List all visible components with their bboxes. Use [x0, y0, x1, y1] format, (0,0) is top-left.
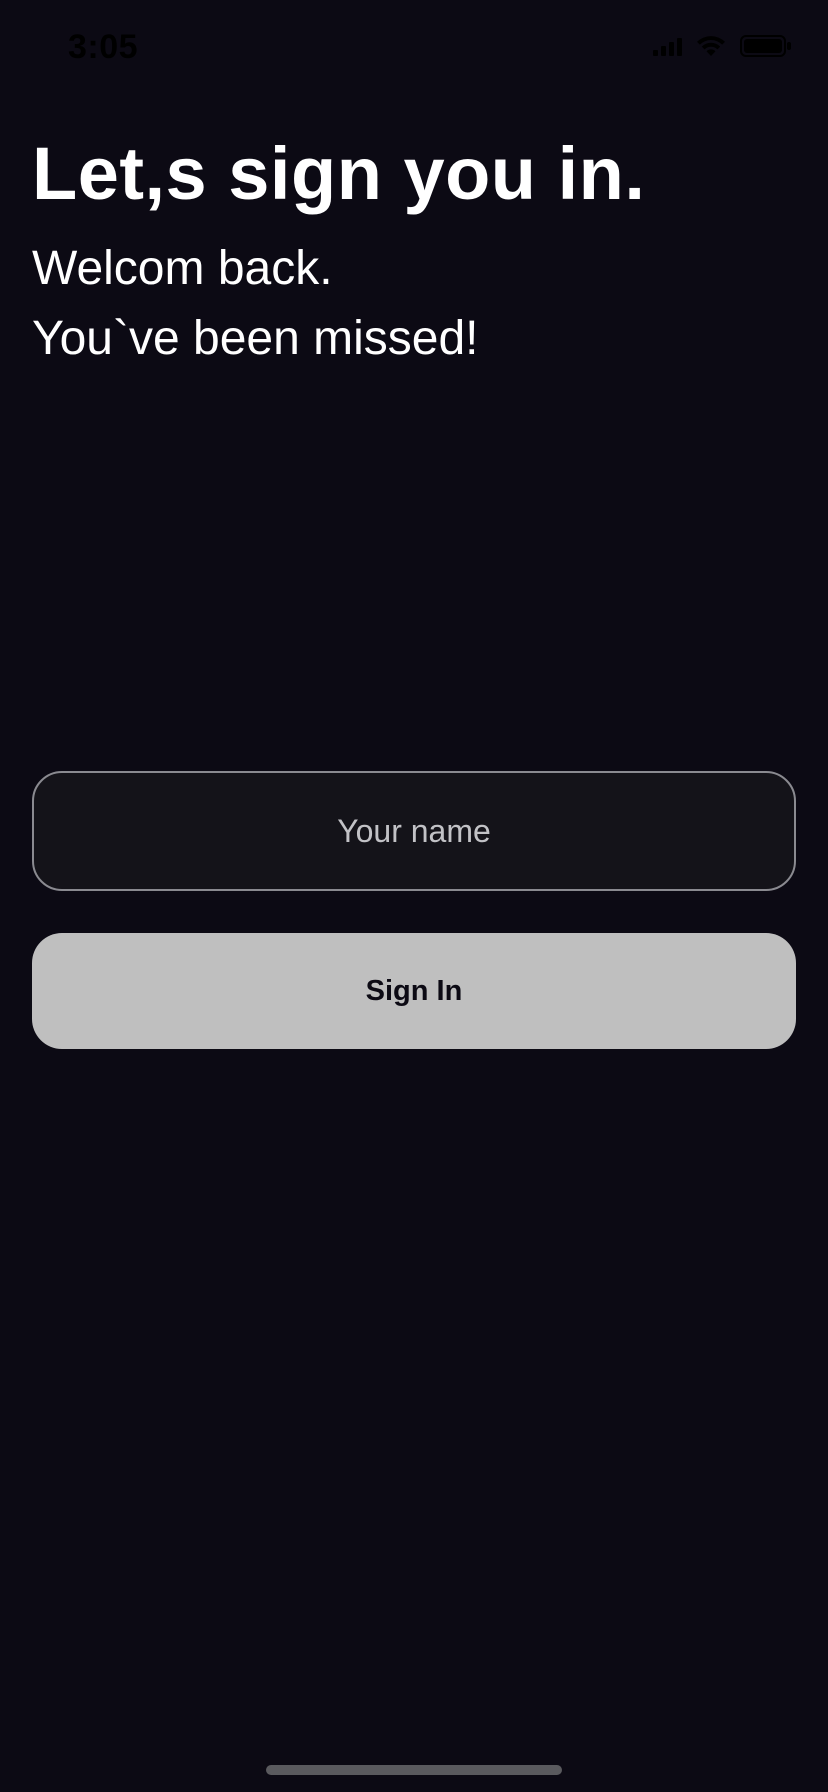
signal-icon: [653, 36, 682, 56]
sign-in-button[interactable]: Sign In: [32, 933, 796, 1049]
welcome-text: Welcom back.: [32, 242, 333, 295]
battery-icon: [740, 35, 791, 57]
status-icons: [653, 34, 792, 58]
missed-text: You`ve been missed!: [32, 312, 479, 365]
wifi-icon: [697, 36, 725, 56]
home-indicator: [266, 1765, 562, 1775]
status-bar: 3:05: [0, 0, 828, 100]
name-input[interactable]: [32, 771, 796, 891]
status-time: 3:05: [68, 28, 139, 66]
page-title: Let,s sign you in.: [32, 132, 646, 215]
